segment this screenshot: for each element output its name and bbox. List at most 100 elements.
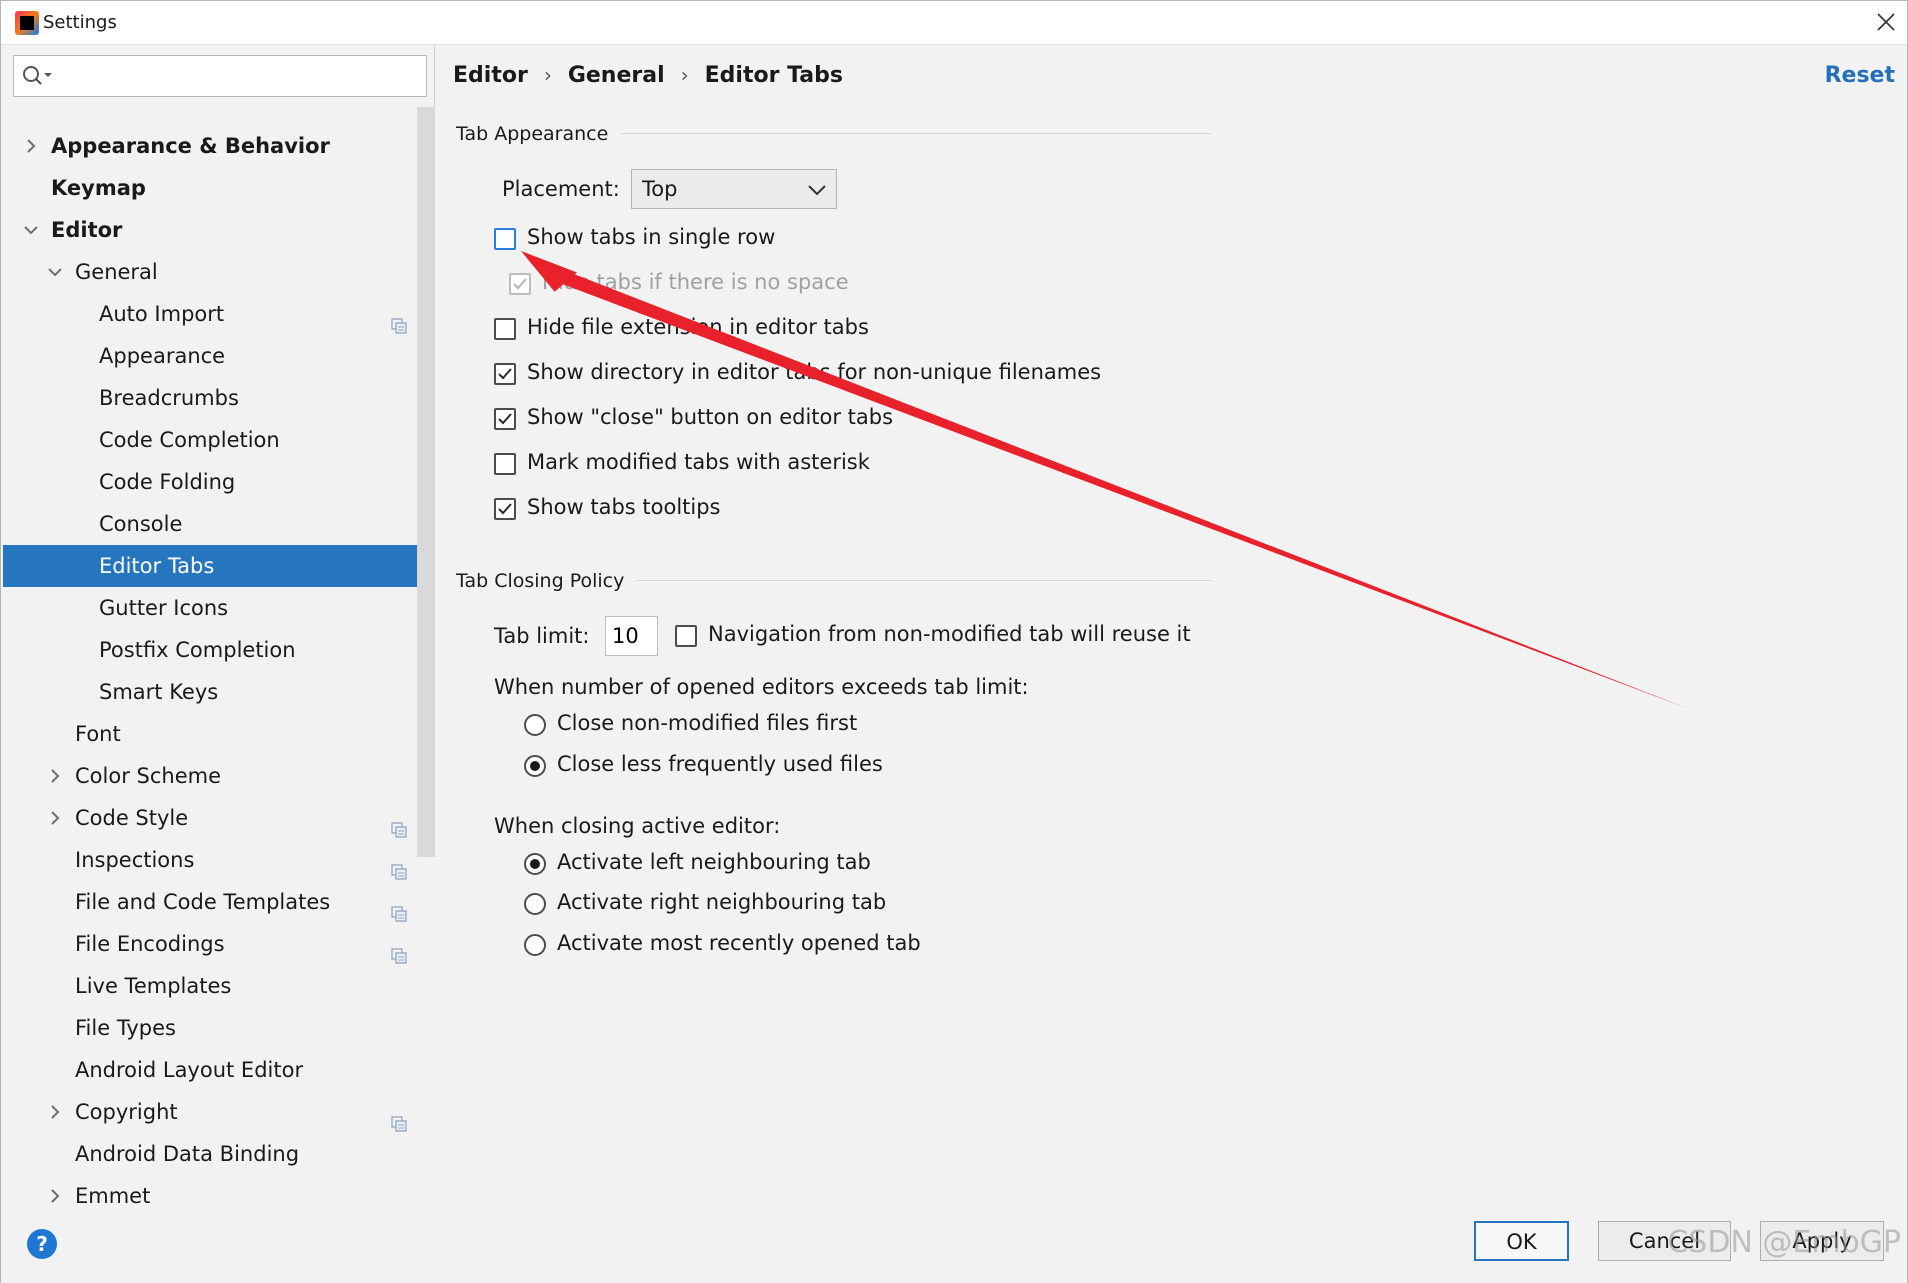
activate-recent-radio[interactable] xyxy=(524,934,546,956)
sidebar-item-label: Breadcrumbs xyxy=(99,386,239,410)
sidebar-item-label: Inspections xyxy=(75,848,195,872)
chevron-right-icon[interactable] xyxy=(45,755,65,797)
sidebar-item-font[interactable]: Font xyxy=(3,713,435,755)
single-row-checkbox[interactable] xyxy=(494,228,516,250)
hide-no-space-checkbox[interactable] xyxy=(509,273,531,295)
sidebar-item-auto-import[interactable]: Auto Import xyxy=(3,293,435,335)
sidebar-item-breadcrumbs[interactable]: Breadcrumbs xyxy=(3,377,435,419)
tab-limit-input[interactable] xyxy=(605,616,658,656)
sidebar-item-color-scheme[interactable]: Color Scheme xyxy=(3,755,435,797)
breadcrumb-general[interactable]: General xyxy=(568,63,665,88)
sidebar-item-label: Postfix Completion xyxy=(99,638,296,662)
navigation-reuse-label[interactable]: Navigation from non-modified tab will re… xyxy=(708,622,1191,646)
sidebar-item-file-encodings[interactable]: File Encodings xyxy=(3,923,435,965)
close-nonmodified-label[interactable]: Close non-modified files first xyxy=(557,711,857,735)
sidebar-item-label: Color Scheme xyxy=(75,764,221,788)
close-less-frequent-radio[interactable] xyxy=(524,755,546,777)
sidebar-item-live-templates[interactable]: Live Templates xyxy=(3,965,435,1007)
sidebar-item-appearance-behavior[interactable]: Appearance & Behavior xyxy=(3,125,435,167)
show-directory-checkbox[interactable] xyxy=(494,363,516,385)
tab-appearance-group-title: Tab Appearance xyxy=(456,123,609,145)
sidebar-item-label: General xyxy=(75,260,158,284)
sidebar-item-label: Font xyxy=(75,722,121,746)
sidebar-item-label: Android Layout Editor xyxy=(75,1058,304,1082)
show-tooltips-label[interactable]: Show tabs tooltips xyxy=(527,495,721,519)
activate-left-radio[interactable] xyxy=(524,853,546,875)
activate-left-label[interactable]: Activate left neighbouring tab xyxy=(557,850,871,874)
sidebar-item-appearance[interactable]: Appearance xyxy=(3,335,435,377)
check-icon xyxy=(513,278,527,290)
ok-button[interactable]: OK xyxy=(1474,1221,1569,1261)
activate-recent-label[interactable]: Activate most recently opened tab xyxy=(557,931,921,955)
sidebar-item-inspections[interactable]: Inspections xyxy=(3,839,435,881)
sidebar-item-code-completion[interactable]: Code Completion xyxy=(3,419,435,461)
search-input[interactable] xyxy=(60,60,420,92)
sidebar-item-editor[interactable]: Editor xyxy=(3,209,435,251)
reset-link[interactable]: Reset xyxy=(1825,63,1895,88)
mark-modified-label[interactable]: Mark modified tabs with asterisk xyxy=(527,450,870,474)
navigation-reuse-checkbox[interactable] xyxy=(675,625,697,647)
project-scope-icon xyxy=(391,810,407,838)
sidebar-item-postfix-completion[interactable]: Postfix Completion xyxy=(3,629,435,671)
breadcrumb: Editor › General › Editor Tabs xyxy=(453,63,843,88)
group-divider xyxy=(637,580,1211,581)
close-window-button[interactable] xyxy=(1877,7,1895,37)
exceeds-limit-label: When number of opened editors exceeds ta… xyxy=(494,675,1029,699)
activate-right-radio[interactable] xyxy=(524,893,546,915)
title-bar: Settings xyxy=(1,1,1907,45)
window-title: Settings xyxy=(43,12,117,33)
sidebar-item-file-types[interactable]: File Types xyxy=(3,1007,435,1049)
sidebar-item-label: Live Templates xyxy=(75,974,232,998)
show-directory-label[interactable]: Show directory in editor tabs for non-un… xyxy=(527,360,1101,384)
project-scope-icon xyxy=(391,1104,407,1132)
sidebar-item-code-style[interactable]: Code Style xyxy=(3,797,435,839)
sidebar-item-general[interactable]: General xyxy=(3,251,435,293)
activate-right-label[interactable]: Activate right neighbouring tab xyxy=(557,890,886,914)
placement-label: Placement: xyxy=(502,177,620,201)
sidebar-item-label: Auto Import xyxy=(99,302,225,326)
sidebar-item-label: Code Folding xyxy=(99,470,236,494)
placement-dropdown[interactable]: Top xyxy=(631,169,837,209)
sidebar-item-android-layout-editor[interactable]: Android Layout Editor xyxy=(3,1049,435,1091)
search-icon xyxy=(23,66,52,85)
close-nonmodified-radio[interactable] xyxy=(524,714,546,736)
hide-extension-checkbox[interactable] xyxy=(494,318,516,340)
sidebar-item-keymap[interactable]: Keymap xyxy=(3,167,435,209)
breadcrumb-editor-tabs: Editor Tabs xyxy=(704,63,843,88)
project-scope-icon xyxy=(391,852,407,880)
chevron-down-icon[interactable] xyxy=(45,251,65,293)
breadcrumb-editor[interactable]: Editor xyxy=(453,63,528,88)
help-button[interactable]: ? xyxy=(27,1229,57,1259)
single-row-label[interactable]: Show tabs in single row xyxy=(527,225,775,249)
chevron-right-icon[interactable] xyxy=(21,125,41,167)
chevron-right-icon[interactable] xyxy=(45,797,65,839)
sidebar-item-file-and-code-templates[interactable]: File and Code Templates xyxy=(3,881,435,923)
sidebar-item-android-data-binding[interactable]: Android Data Binding xyxy=(3,1133,435,1175)
show-tooltips-checkbox[interactable] xyxy=(494,498,516,520)
sidebar-item-console[interactable]: Console xyxy=(3,503,435,545)
sidebar-item-code-folding[interactable]: Code Folding xyxy=(3,461,435,503)
sidebar-item-copyright[interactable]: Copyright xyxy=(3,1091,435,1133)
sidebar-item-label: Appearance xyxy=(99,344,226,368)
sidebar-item-editor-tabs[interactable]: Editor Tabs xyxy=(3,545,435,587)
sidebar-item-label: Gutter Icons xyxy=(99,596,229,620)
close-less-frequent-label[interactable]: Close less frequently used files xyxy=(557,752,883,776)
sidebar-item-label: Editor Tabs xyxy=(99,554,215,578)
settings-search-box[interactable] xyxy=(13,55,427,97)
sidebar-item-gutter-icons[interactable]: Gutter Icons xyxy=(3,587,435,629)
hide-extension-label[interactable]: Hide file extension in editor tabs xyxy=(527,315,869,339)
check-icon xyxy=(498,368,512,380)
chevron-down-icon[interactable] xyxy=(21,209,41,251)
chevron-right-icon[interactable] xyxy=(45,1091,65,1133)
chevron-down-icon xyxy=(808,185,826,196)
placement-value: Top xyxy=(642,177,678,201)
mark-modified-checkbox[interactable] xyxy=(494,453,516,475)
sidebar-scrollbar-thumb[interactable] xyxy=(417,107,435,857)
sidebar-item-label: Code Style xyxy=(75,806,189,830)
show-close-button-label[interactable]: Show "close" button on editor tabs xyxy=(527,405,893,429)
sidebar-item-label: File Encodings xyxy=(75,932,225,956)
sidebar-item-smart-keys[interactable]: Smart Keys xyxy=(3,671,435,713)
check-icon xyxy=(498,413,512,425)
breadcrumb-separator: › xyxy=(680,63,689,87)
show-close-button-checkbox[interactable] xyxy=(494,408,516,430)
